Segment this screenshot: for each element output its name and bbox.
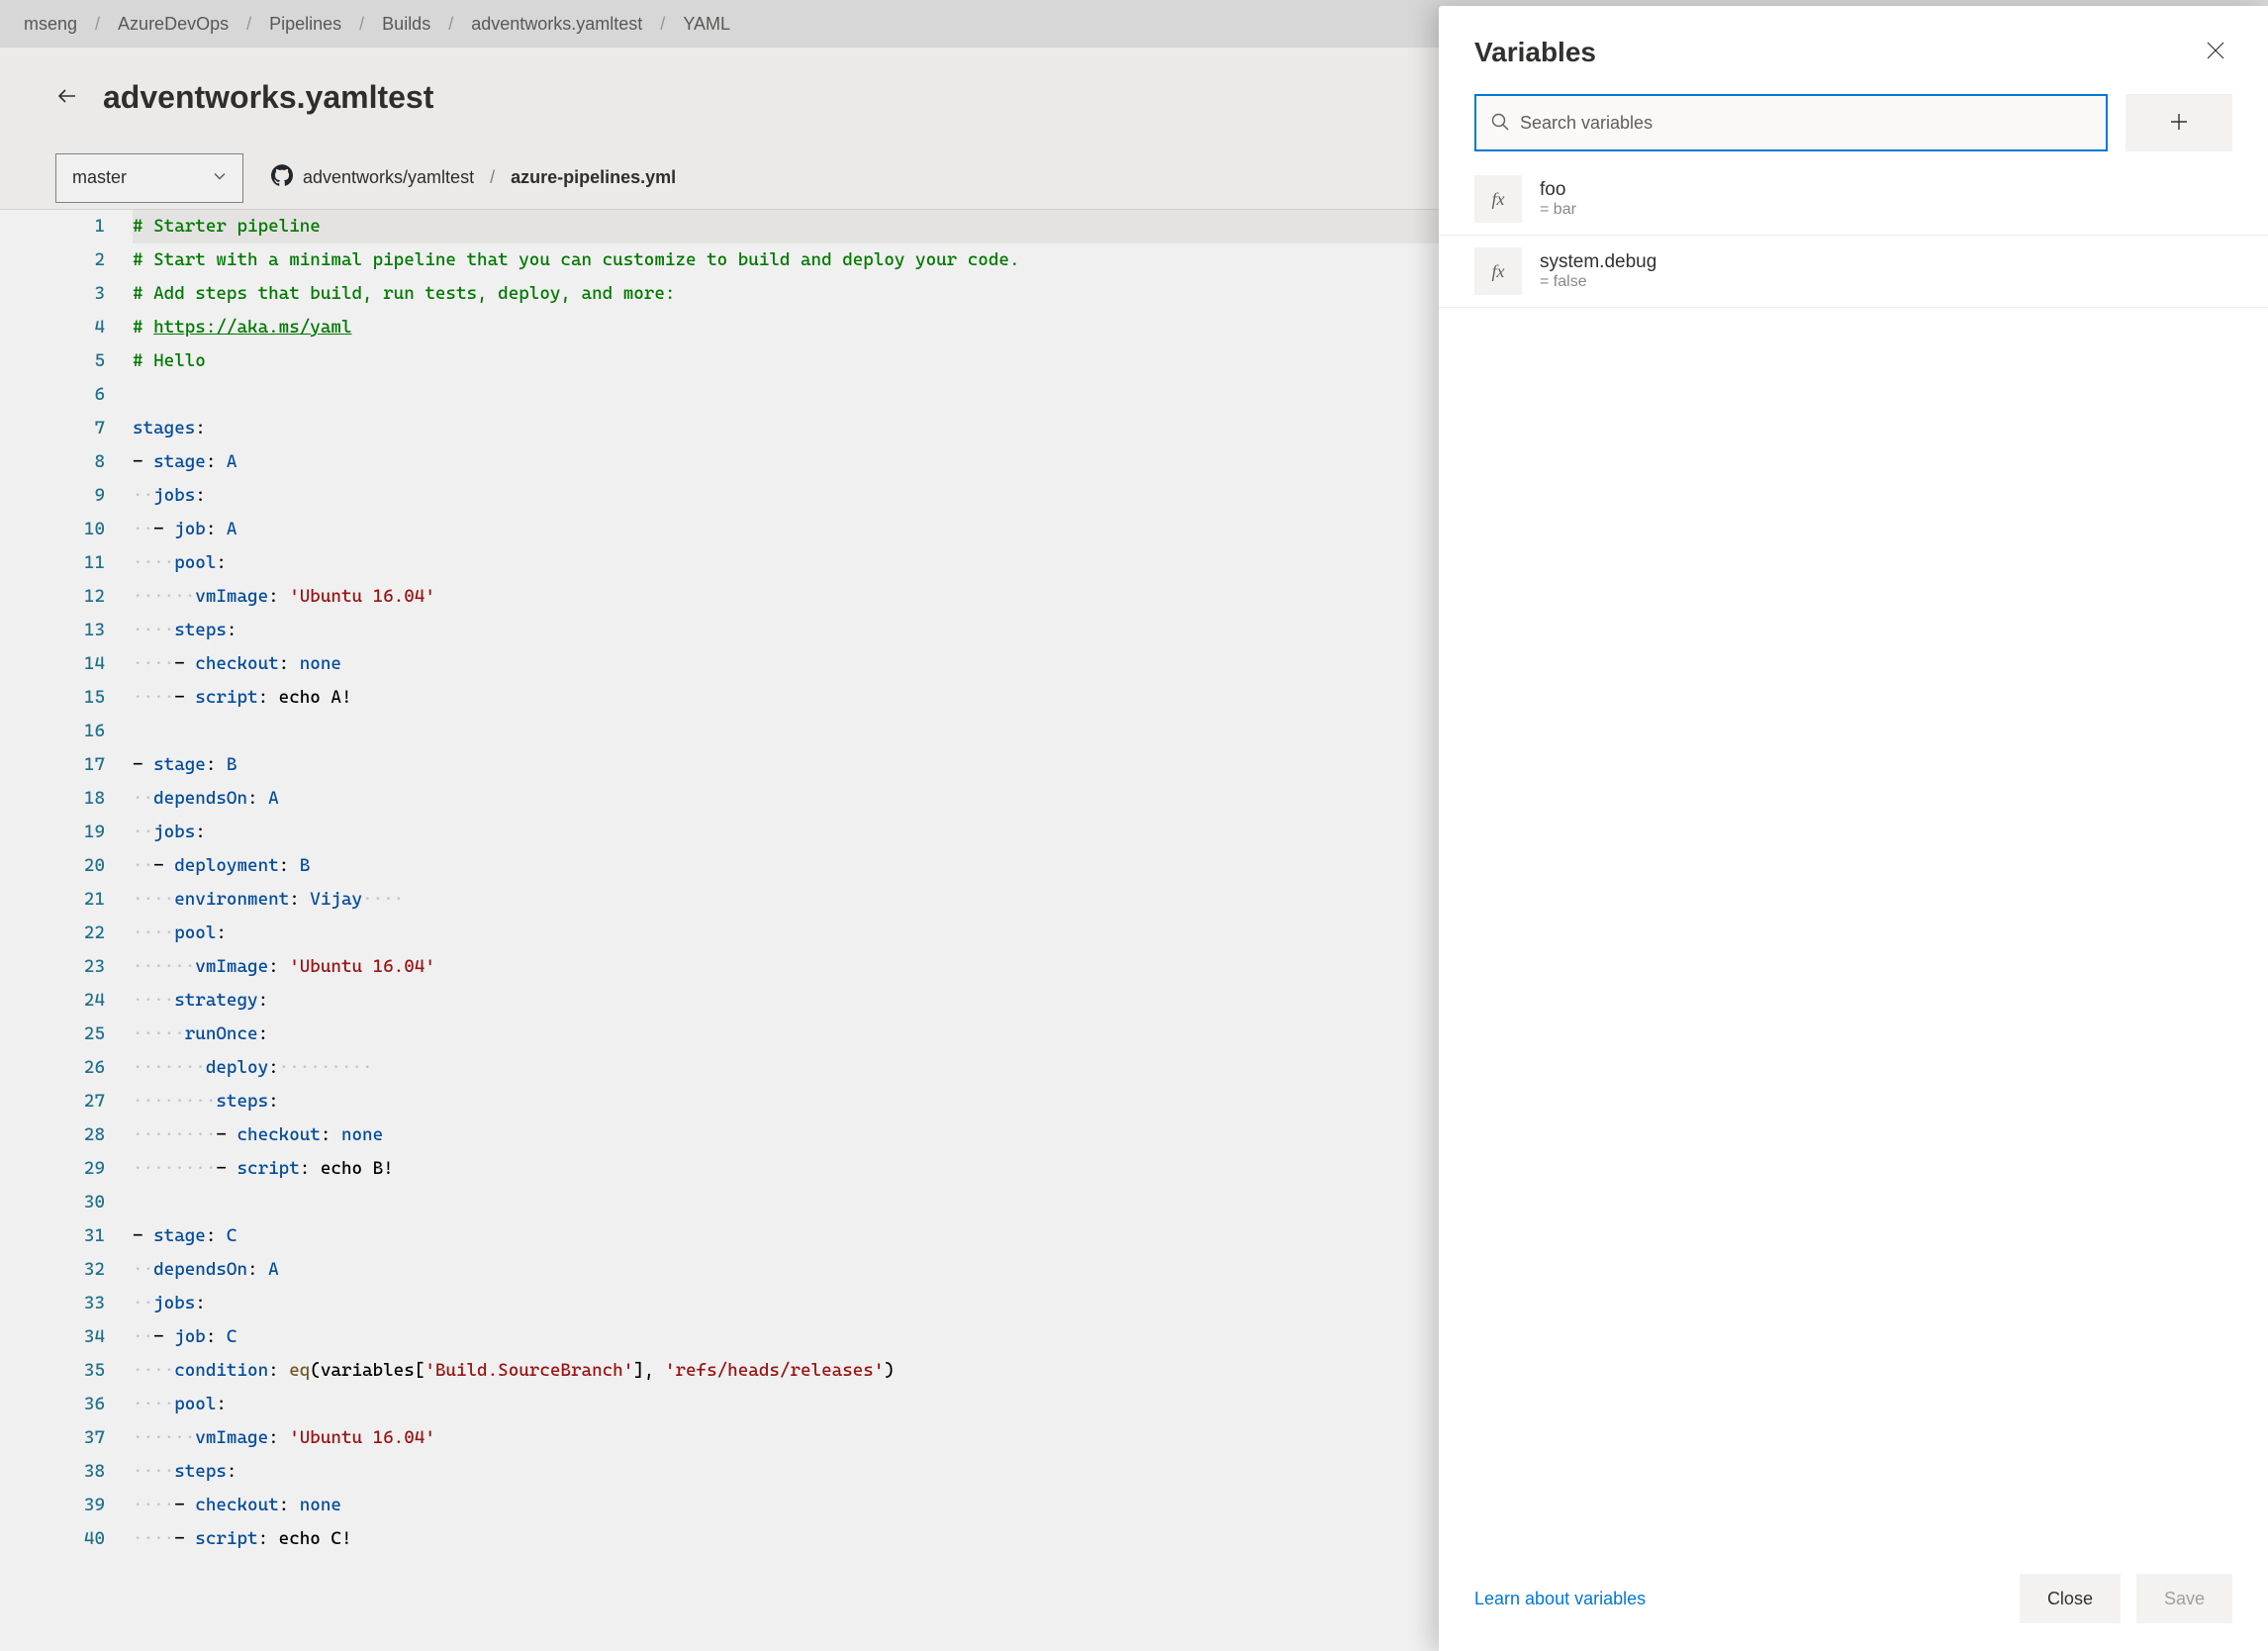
path-separator: / bbox=[490, 167, 495, 188]
save-button: Save bbox=[2136, 1574, 2232, 1623]
plus-icon bbox=[2169, 112, 2189, 135]
file-name[interactable]: azure-pipelines.yml bbox=[511, 167, 676, 188]
breadcrumb-item[interactable]: Builds bbox=[382, 14, 430, 35]
line-number-gutter: 1234567891011121314151617181920212223242… bbox=[0, 210, 133, 1556]
close-icon[interactable] bbox=[2199, 34, 2232, 70]
chevron-down-icon bbox=[213, 167, 227, 188]
breadcrumb-item[interactable]: AzureDevOps bbox=[118, 14, 229, 35]
breadcrumb-separator: / bbox=[95, 14, 100, 35]
learn-about-variables-link[interactable]: Learn about variables bbox=[1474, 1589, 2004, 1609]
breadcrumb-separator: / bbox=[359, 14, 364, 35]
repo-name[interactable]: adventworks/yamltest bbox=[303, 167, 474, 188]
breadcrumb-separator: / bbox=[448, 14, 453, 35]
search-icon bbox=[1490, 112, 1510, 135]
breadcrumb-item[interactable]: Pipelines bbox=[269, 14, 341, 35]
breadcrumb-separator: / bbox=[246, 14, 251, 35]
github-icon bbox=[271, 164, 293, 191]
close-button[interactable]: Close bbox=[2020, 1574, 2121, 1623]
variable-value: = false bbox=[1540, 273, 1656, 291]
search-variables-input-wrapper[interactable] bbox=[1474, 94, 2108, 151]
variable-row[interactable]: fxfoo= bar bbox=[1439, 163, 2268, 236]
add-variable-button[interactable] bbox=[2126, 94, 2232, 151]
variables-list: fxfoo= barfxsystem.debug= false bbox=[1439, 163, 2268, 1556]
variable-name: system.debug bbox=[1540, 251, 1656, 273]
fx-icon: fx bbox=[1474, 247, 1522, 295]
branch-dropdown[interactable]: master bbox=[55, 153, 243, 203]
panel-title: Variables bbox=[1474, 37, 1596, 68]
fx-icon: fx bbox=[1474, 175, 1522, 223]
breadcrumb-item[interactable]: mseng bbox=[24, 14, 77, 35]
branch-name: master bbox=[72, 167, 127, 188]
breadcrumb-separator: / bbox=[660, 14, 665, 35]
variable-row[interactable]: fx system.debug= false bbox=[1439, 236, 2268, 308]
back-arrow-icon[interactable] bbox=[55, 84, 79, 111]
repo-path: adventworks/yamltest / azure-pipelines.y… bbox=[271, 164, 676, 191]
variables-panel: Variables fxfoo= barfxsystem.debug= fals… bbox=[1439, 6, 2268, 1651]
search-variables-input[interactable] bbox=[1520, 113, 2092, 134]
page-title: adventworks.yamltest bbox=[103, 79, 433, 116]
variable-name: foo bbox=[1540, 179, 1576, 201]
breadcrumb-item[interactable]: adventworks.yamltest bbox=[471, 14, 642, 35]
variable-value: = bar bbox=[1540, 201, 1576, 219]
breadcrumb-item[interactable]: YAML bbox=[683, 14, 730, 35]
